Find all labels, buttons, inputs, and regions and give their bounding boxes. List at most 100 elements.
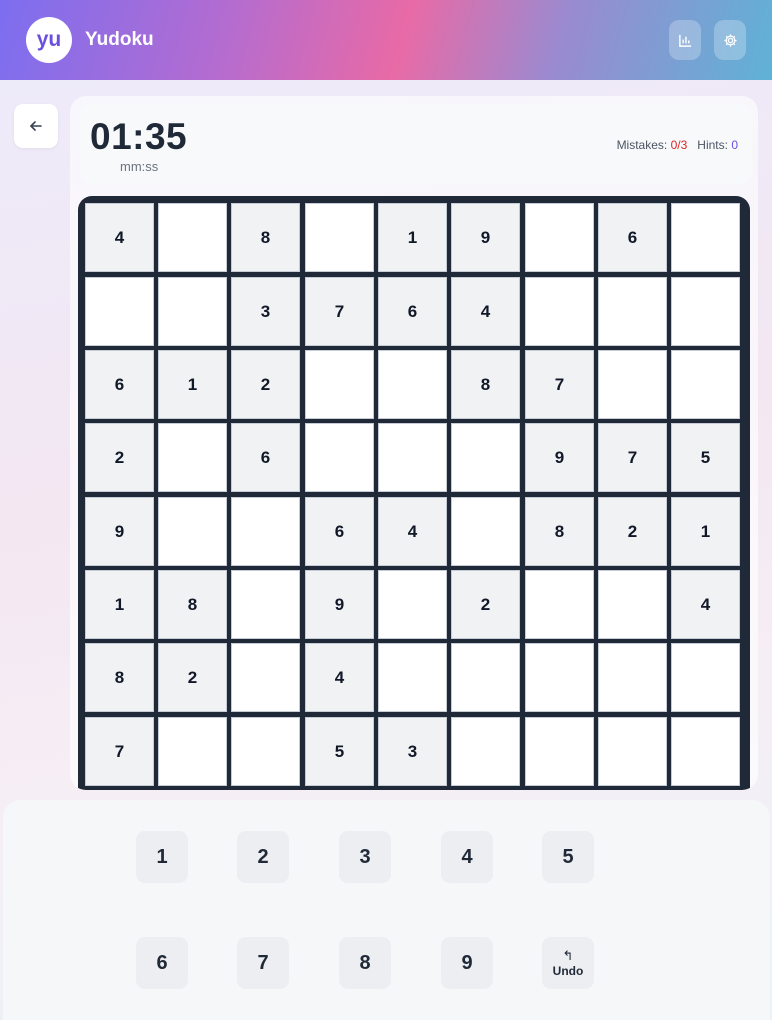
back-button[interactable] [14, 104, 58, 148]
sudoku-cell[interactable] [451, 643, 520, 712]
sudoku-cell[interactable] [158, 717, 227, 786]
app-logo[interactable]: yu [26, 17, 72, 63]
app-header: yu Yudoku [0, 0, 772, 80]
sudoku-cell[interactable]: 9 [451, 203, 520, 272]
sudoku-cell[interactable] [525, 717, 594, 786]
sudoku-cell[interactable] [525, 643, 594, 712]
number-key[interactable]: 5 [542, 831, 594, 883]
sudoku-cell[interactable]: 4 [85, 203, 154, 272]
game-panel: 01:35 mm:ss Mistakes: 0/3 Hints: 0 48196… [70, 96, 758, 790]
sudoku-cell[interactable]: 7 [598, 423, 667, 492]
sudoku-cell[interactable]: 5 [671, 423, 740, 492]
stats-button[interactable] [669, 20, 701, 60]
sudoku-cell[interactable]: 3 [231, 277, 300, 346]
sudoku-cell[interactable] [598, 717, 667, 786]
sudoku-cell[interactable] [671, 643, 740, 712]
sudoku-cell[interactable] [525, 203, 594, 272]
sudoku-cell[interactable] [231, 717, 300, 786]
sudoku-cell[interactable]: 2 [85, 423, 154, 492]
sudoku-cell[interactable]: 1 [378, 203, 447, 272]
sudoku-cell[interactable]: 5 [305, 717, 374, 786]
sudoku-cell[interactable] [671, 717, 740, 786]
sudoku-cell[interactable] [525, 570, 594, 639]
mistakes-counter: Mistakes: 0/3 [617, 138, 688, 152]
undo-button[interactable]: ↰ Undo [542, 937, 594, 989]
sudoku-cell[interactable] [671, 277, 740, 346]
sudoku-cell[interactable] [378, 350, 447, 419]
number-key[interactable]: 2 [237, 831, 289, 883]
sudoku-cell[interactable]: 2 [451, 570, 520, 639]
sudoku-cell[interactable]: 9 [85, 497, 154, 566]
number-key[interactable]: 9 [441, 937, 493, 989]
sudoku-cell[interactable] [451, 717, 520, 786]
sudoku-cell[interactable]: 8 [85, 643, 154, 712]
sudoku-cell[interactable]: 4 [451, 277, 520, 346]
sudoku-cell[interactable] [378, 570, 447, 639]
sudoku-cell[interactable] [305, 350, 374, 419]
sudoku-cell[interactable] [158, 203, 227, 272]
sudoku-cell[interactable]: 8 [231, 203, 300, 272]
sudoku-cell[interactable]: 8 [158, 570, 227, 639]
number-keypad: ↰ Undo 12345 6789 [3, 800, 770, 1020]
sudoku-cell[interactable] [231, 570, 300, 639]
sudoku-cell[interactable] [525, 277, 594, 346]
sudoku-cell[interactable] [598, 570, 667, 639]
settings-button[interactable] [714, 20, 746, 60]
number-key[interactable]: 4 [441, 831, 493, 883]
sudoku-cell[interactable] [305, 203, 374, 272]
sudoku-cell[interactable]: 2 [598, 497, 667, 566]
mistakes-value: 0/3 [670, 138, 688, 152]
sudoku-cell[interactable]: 1 [158, 350, 227, 419]
sudoku-cell[interactable] [451, 497, 520, 566]
hints-value: 0 [731, 138, 738, 152]
sudoku-board: 481963764612872697596482118924824753 [78, 196, 750, 790]
sudoku-cell[interactable]: 6 [85, 350, 154, 419]
sudoku-cell[interactable]: 8 [451, 350, 520, 419]
number-key[interactable]: 1 [136, 831, 188, 883]
sudoku-cell[interactable]: 4 [671, 570, 740, 639]
sudoku-cell[interactable] [158, 277, 227, 346]
number-key[interactable]: 7 [237, 937, 289, 989]
sudoku-cell[interactable] [451, 423, 520, 492]
number-key[interactable]: 6 [136, 937, 188, 989]
sudoku-cell[interactable] [85, 277, 154, 346]
sudoku-cell[interactable]: 6 [305, 497, 374, 566]
sudoku-cell[interactable]: 1 [85, 570, 154, 639]
sudoku-cell[interactable] [598, 277, 667, 346]
sudoku-cell[interactable] [598, 350, 667, 419]
sudoku-cell[interactable]: 7 [525, 350, 594, 419]
sudoku-cell[interactable]: 6 [231, 423, 300, 492]
hints-label: Hints: [697, 138, 728, 152]
sudoku-cell[interactable] [671, 350, 740, 419]
sudoku-cell[interactable] [158, 497, 227, 566]
sudoku-cell[interactable]: 7 [85, 717, 154, 786]
sudoku-cell[interactable]: 8 [525, 497, 594, 566]
sudoku-cell[interactable] [378, 643, 447, 712]
sudoku-cell[interactable]: 4 [378, 497, 447, 566]
sudoku-cell[interactable]: 3 [378, 717, 447, 786]
arrow-left-icon [30, 121, 42, 131]
sudoku-cell[interactable]: 4 [305, 643, 374, 712]
sudoku-cell[interactable]: 6 [598, 203, 667, 272]
number-key[interactable]: 8 [339, 937, 391, 989]
app-title: Yudoku [85, 29, 154, 50]
sudoku-cell[interactable] [378, 423, 447, 492]
sudoku-cell[interactable] [231, 497, 300, 566]
timer-value: 01:35 [90, 116, 188, 157]
sudoku-cell[interactable]: 9 [525, 423, 594, 492]
sudoku-cell[interactable] [305, 423, 374, 492]
number-key[interactable]: 3 [339, 831, 391, 883]
sudoku-cell[interactable]: 6 [378, 277, 447, 346]
logo-text: yu [36, 28, 62, 51]
sudoku-cell[interactable] [598, 643, 667, 712]
sudoku-cell[interactable]: 1 [671, 497, 740, 566]
undo-icon: ↰ [562, 947, 574, 963]
bar-chart-icon [678, 34, 691, 47]
sudoku-cell[interactable]: 7 [305, 277, 374, 346]
sudoku-cell[interactable]: 2 [231, 350, 300, 419]
sudoku-cell[interactable]: 2 [158, 643, 227, 712]
sudoku-cell[interactable]: 9 [305, 570, 374, 639]
sudoku-cell[interactable] [231, 643, 300, 712]
sudoku-cell[interactable] [671, 203, 740, 272]
sudoku-cell[interactable] [158, 423, 227, 492]
